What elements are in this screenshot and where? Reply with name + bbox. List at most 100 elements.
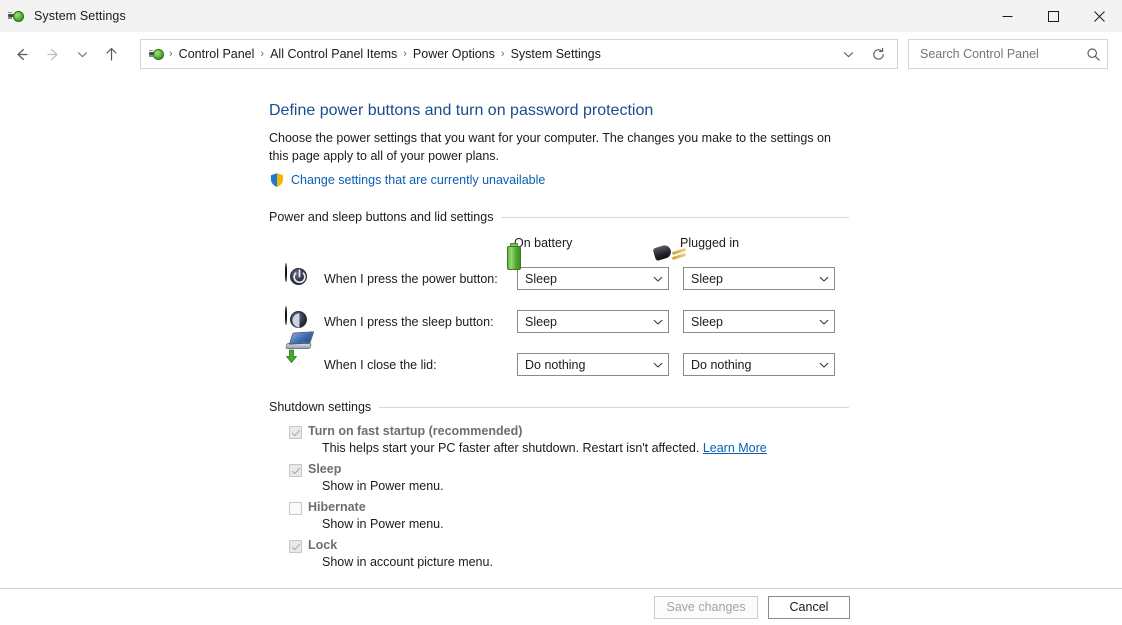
close-icon[interactable] bbox=[1076, 0, 1122, 32]
section-divider bbox=[379, 406, 849, 408]
column-on-battery: On battery bbox=[505, 236, 671, 271]
combo-sleep-button-plugged-in-value: Sleep bbox=[691, 314, 723, 329]
system-settings-window: System Settings › Control Panel › All Co… bbox=[0, 0, 1122, 625]
row-sleep-button-label: When I press the sleep button: bbox=[324, 314, 494, 329]
laptop-lid-icon bbox=[285, 331, 315, 380]
row-power-button-label: When I press the power button: bbox=[324, 271, 498, 286]
combo-close-lid-plugged-in[interactable]: Do nothing bbox=[683, 353, 835, 377]
power-column-headers: On battery Plugged in bbox=[269, 236, 849, 271]
address-power-plug-icon bbox=[149, 46, 166, 63]
change-settings-link[interactable]: Change settings that are currently unava… bbox=[291, 173, 545, 187]
chevron-down-icon bbox=[818, 316, 830, 328]
row-close-lid-label: When I close the lid: bbox=[324, 357, 437, 372]
checkbox-fast-startup-description: This helps start your PC faster after sh… bbox=[322, 439, 849, 458]
checkbox-fast-startup[interactable] bbox=[289, 426, 302, 440]
refresh-icon[interactable] bbox=[861, 41, 895, 67]
combo-close-lid-on-battery[interactable]: Do nothing bbox=[517, 353, 669, 377]
combo-power-button-plugged-in-value: Sleep bbox=[691, 271, 723, 286]
cancel-button[interactable]: Cancel bbox=[768, 595, 850, 619]
chevron-down-icon bbox=[818, 359, 830, 371]
combo-close-lid-on-battery-value: Do nothing bbox=[525, 357, 586, 372]
save-changes-button[interactable]: Save changes bbox=[654, 595, 758, 619]
search-box[interactable] bbox=[908, 39, 1108, 69]
window-title: System Settings bbox=[34, 9, 126, 23]
row-close-lid: When I close the lid: Do nothing Do noth… bbox=[269, 331, 849, 386]
breadcrumb-item-system-settings[interactable]: System Settings bbox=[506, 44, 606, 64]
content-area: Define power buttons and turn on passwor… bbox=[0, 76, 1122, 588]
navigation-bar: › Control Panel › All Control Panel Item… bbox=[0, 32, 1122, 76]
column-on-battery-label: On battery bbox=[514, 236, 573, 251]
back-arrow-icon[interactable] bbox=[6, 39, 36, 69]
combo-close-lid-plugged-in-value: Do nothing bbox=[691, 357, 752, 372]
column-plugged-in: Plugged in bbox=[652, 236, 837, 262]
change-settings-row[interactable]: Change settings that are currently unava… bbox=[269, 172, 849, 188]
address-bar-tail bbox=[835, 41, 895, 67]
row-close-lid-combos: Do nothing Do nothing bbox=[517, 353, 849, 377]
power-settings-rows: When I press the power button: Sleep Sle… bbox=[269, 257, 849, 386]
combo-sleep-button-plugged-in[interactable]: Sleep bbox=[683, 310, 835, 334]
shutdown-section-header: Shutdown settings bbox=[269, 400, 849, 414]
checkbox-sleep-label: Sleep bbox=[308, 462, 342, 476]
checkbox-fast-startup-label: Turn on fast startup (recommended) bbox=[308, 424, 523, 439]
learn-more-link[interactable]: Learn More bbox=[703, 441, 767, 455]
up-arrow-icon[interactable] bbox=[96, 39, 126, 69]
list-item: Hibernate Show in Power menu. bbox=[289, 500, 849, 534]
title-bar: System Settings bbox=[0, 0, 1122, 32]
checkbox-hibernate[interactable] bbox=[289, 501, 302, 515]
row-sleep-button: When I press the sleep button: Sleep Sle… bbox=[269, 300, 849, 343]
breadcrumb-item-all-control-panel-items[interactable]: All Control Panel Items bbox=[265, 44, 402, 64]
shutdown-section-title: Shutdown settings bbox=[269, 400, 372, 415]
fast-startup-description-text: This helps start your PC faster after sh… bbox=[322, 441, 700, 456]
page-description: Choose the power settings that you want … bbox=[269, 131, 831, 164]
combo-sleep-button-on-battery-value: Sleep bbox=[525, 314, 557, 329]
settings-page: Define power buttons and turn on passwor… bbox=[269, 102, 849, 571]
list-item: Sleep Show in Power menu. bbox=[289, 462, 849, 496]
recent-locations-chevron-down-icon[interactable] bbox=[70, 39, 94, 69]
section-divider bbox=[501, 216, 849, 218]
chevron-down-icon bbox=[652, 316, 664, 328]
power-plug-icon bbox=[8, 7, 26, 25]
checkbox-sleep[interactable] bbox=[289, 464, 302, 477]
list-item: Turn on fast startup (recommended) This … bbox=[289, 424, 849, 458]
chevron-down-icon bbox=[652, 273, 664, 285]
list-item: Lock Show in account picture menu. bbox=[289, 538, 849, 572]
checkbox-hibernate-description: Show in Power menu. bbox=[322, 516, 444, 531]
checkbox-lock-description: Show in account picture menu. bbox=[322, 554, 493, 569]
search-input[interactable] bbox=[918, 46, 1086, 62]
power-section-header: Power and sleep buttons and lid settings bbox=[269, 210, 849, 224]
breadcrumb-item-control-panel[interactable]: Control Panel bbox=[174, 44, 260, 64]
combo-power-button-on-battery[interactable]: Sleep bbox=[517, 267, 669, 291]
chevron-down-icon bbox=[818, 273, 830, 285]
combo-power-button-plugged-in[interactable]: Sleep bbox=[683, 267, 835, 291]
combo-sleep-button-on-battery[interactable]: Sleep bbox=[517, 310, 669, 334]
breadcrumb: › Control Panel › All Control Panel Item… bbox=[168, 44, 835, 64]
breadcrumb-item-power-options[interactable]: Power Options bbox=[408, 44, 500, 64]
checkbox-row-sleep[interactable]: Sleep bbox=[289, 462, 849, 477]
checkbox-lock[interactable] bbox=[289, 539, 302, 553]
shutdown-settings-list: Turn on fast startup (recommended) This … bbox=[269, 424, 849, 571]
chevron-down-icon bbox=[652, 359, 664, 371]
row-power-button: When I press the power button: Sleep Sle… bbox=[269, 257, 849, 300]
checkbox-row-lock[interactable]: Lock bbox=[289, 538, 849, 553]
uac-shield-icon bbox=[269, 172, 285, 188]
combo-power-button-on-battery-value: Sleep bbox=[525, 271, 557, 286]
checkbox-hibernate-label: Hibernate bbox=[308, 499, 366, 514]
window-controls bbox=[984, 0, 1122, 32]
power-section-title: Power and sleep buttons and lid settings bbox=[269, 210, 494, 225]
power-button-icon bbox=[285, 262, 315, 294]
minimize-icon[interactable] bbox=[984, 0, 1030, 32]
footer-bar: Save changes Cancel bbox=[0, 588, 1122, 625]
column-plugged-in-label: Plugged in bbox=[680, 236, 740, 251]
checkbox-sleep-description: Show in Power menu. bbox=[322, 479, 444, 493]
checkbox-lock-label: Lock bbox=[308, 537, 338, 552]
row-power-button-combos: Sleep Sleep bbox=[517, 267, 849, 291]
search-icon[interactable] bbox=[1086, 47, 1101, 62]
checkbox-row-fast-startup[interactable]: Turn on fast startup (recommended) bbox=[289, 424, 849, 440]
page-title: Define power buttons and turn on passwor… bbox=[269, 102, 654, 119]
address-bar[interactable]: › Control Panel › All Control Panel Item… bbox=[140, 39, 898, 69]
row-sleep-button-combos: Sleep Sleep bbox=[517, 310, 849, 334]
maximize-icon[interactable] bbox=[1030, 0, 1076, 32]
checkbox-row-hibernate[interactable]: Hibernate bbox=[289, 500, 849, 515]
address-chevron-down-icon[interactable] bbox=[835, 41, 861, 67]
forward-arrow-icon bbox=[38, 39, 68, 69]
